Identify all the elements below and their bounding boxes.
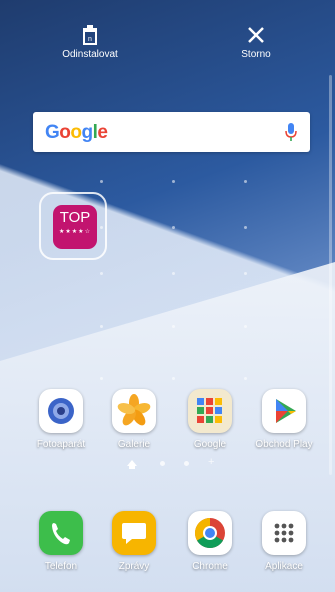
cancel-label: Storno — [241, 49, 271, 60]
page-dot[interactable] — [160, 461, 165, 466]
page-dot[interactable] — [184, 461, 189, 466]
app-google-folder[interactable]: Google — [170, 389, 250, 450]
google-logo: Google — [45, 122, 108, 143]
google-search-widget[interactable]: Google — [33, 112, 310, 152]
uninstall-action[interactable]: n Odinstalovat — [30, 24, 150, 60]
svg-text:n: n — [88, 36, 92, 43]
add-page-icon[interactable]: + — [208, 456, 214, 468]
microphone-icon[interactable] — [285, 121, 297, 143]
top-widget-label: TOP — [59, 209, 91, 226]
app-chrome[interactable]: Chrome — [170, 511, 250, 572]
app-label: Aplikace — [265, 561, 303, 572]
camera-icon — [39, 389, 83, 433]
top-widget-stars: ★★★★☆ — [59, 229, 91, 235]
messages-icon — [112, 511, 156, 555]
trash-icon: n — [83, 25, 97, 45]
app-camera[interactable]: Fotoaparát — [21, 389, 101, 450]
google-folder-icon — [188, 389, 232, 433]
app-label: Fotoaparát — [36, 439, 86, 450]
app-gallery[interactable]: Galerie — [94, 389, 174, 450]
app-phone[interactable]: Telefon — [21, 511, 101, 572]
app-label: Chrome — [192, 561, 228, 572]
app-drawer[interactable]: Aplikace — [244, 511, 324, 572]
cancel-action[interactable]: Storno — [196, 24, 316, 60]
page-edge-indicator — [329, 75, 332, 475]
app-play-store[interactable]: Obchod Play — [244, 389, 324, 450]
app-label: Obchod Play — [255, 439, 313, 450]
app-label: Galerie — [117, 439, 151, 450]
top-widget-selected[interactable]: TOP ★★★★☆ — [39, 192, 107, 260]
page-indicator: + — [0, 456, 335, 471]
phone-icon — [39, 511, 83, 555]
close-icon — [248, 27, 264, 43]
uninstall-label: Odinstalovat — [62, 49, 118, 60]
app-messages[interactable]: Zprávy — [94, 511, 174, 572]
app-label: Google — [193, 439, 227, 450]
gallery-flower-icon — [112, 389, 156, 433]
play-store-icon — [262, 389, 306, 433]
top-widget-tile: TOP ★★★★☆ — [53, 205, 97, 249]
app-label: Zprávy — [118, 561, 150, 572]
home-page-icon[interactable] — [127, 460, 137, 469]
apps-grid-icon — [262, 511, 306, 555]
chrome-icon — [188, 511, 232, 555]
app-label: Telefon — [44, 561, 78, 572]
